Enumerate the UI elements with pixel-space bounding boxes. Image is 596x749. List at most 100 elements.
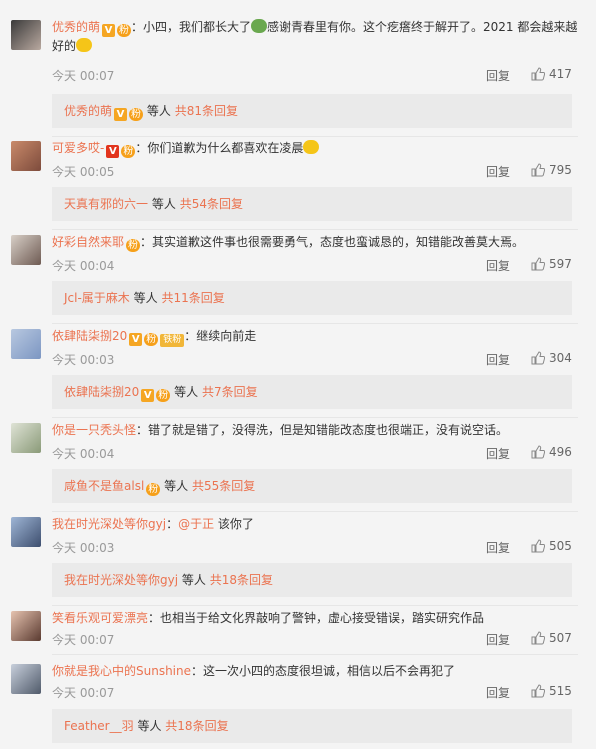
like-count: 505 (549, 539, 572, 553)
reply-button[interactable]: 回复 (486, 631, 510, 648)
reply-username[interactable]: 优秀的萌 (64, 104, 112, 118)
like-count: 597 (549, 257, 572, 271)
medal-badge-icon: 粉 (129, 108, 144, 121)
divider (52, 511, 578, 512)
comment-text: ：错了就是错了，没得洗，但是知错能改态度也很端正，没有说空话。 (136, 423, 509, 437)
like-button[interactable]: 417 (531, 67, 572, 81)
reply-button[interactable]: 回复 (486, 684, 510, 701)
divider (52, 136, 578, 137)
divider (52, 417, 578, 418)
reply-count[interactable]: 共81条回复 (175, 104, 238, 118)
username-link[interactable]: 你就是我心中的Sunshine (52, 664, 191, 678)
comment-body: 你是一只秃头怪：错了就是错了，没得洗，但是知错能改态度也很端正，没有说空话。 (52, 421, 578, 440)
avatar[interactable] (11, 517, 41, 547)
reply-summary[interactable]: 我在时光深处等你gyj 等人 共18条回复 (52, 563, 572, 597)
reply-username[interactable]: 我在时光深处等你gyj (64, 573, 178, 587)
timestamp: 今天 00:05 (52, 165, 115, 179)
reply-username[interactable]: Jcl-属于麻木 (64, 291, 130, 305)
thumbs-up-icon (531, 539, 546, 553)
reply-mid: 等人 (137, 719, 162, 733)
reply-username[interactable]: 依肆陆柒捌20 (64, 385, 139, 399)
comment-text-continued: 该你了 (214, 517, 254, 531)
reply-summary[interactable]: 依肆陆柒捌20 V 粉 等人 共7条回复 (52, 375, 572, 409)
comment-body: 你就是我心中的Sunshine：这一次小四的态度很坦诚，相信以后不会再犯了 (52, 662, 578, 681)
reply-username[interactable]: 咸鱼不是鱼alsl (64, 479, 144, 493)
verified-badge-icon: V (141, 389, 155, 402)
mention-link[interactable]: @于正 (178, 517, 214, 531)
username-link[interactable]: 笑看乐观可爱漂亮 (52, 611, 148, 625)
like-count: 515 (549, 684, 572, 698)
reply-count[interactable]: 共18条回复 (165, 719, 228, 733)
avatar[interactable] (11, 611, 41, 641)
comment-text: ：小四，我们都长大了 (131, 20, 252, 34)
glasses-emoji-icon (303, 140, 320, 154)
like-button[interactable]: 515 (531, 684, 572, 698)
medal-badge-icon: 粉 (121, 145, 136, 158)
username-link[interactable]: 可爱多哎- (52, 141, 104, 155)
reply-summary[interactable]: Jcl-属于麻木 等人 共11条回复 (52, 281, 572, 315)
comment-text: ：这一次小四的态度很坦诚，相信以后不会再犯了 (191, 664, 456, 678)
username-link[interactable]: 依肆陆柒捌20 (52, 329, 127, 343)
reply-summary[interactable]: 咸鱼不是鱼alsl 粉 等人 共55条回复 (52, 469, 572, 503)
like-button[interactable]: 597 (531, 257, 572, 271)
like-button[interactable]: 496 (531, 445, 572, 459)
reply-summary[interactable]: 天真有邪的六一 等人 共54条回复 (52, 187, 572, 221)
avatar[interactable] (11, 141, 41, 171)
divider (52, 605, 578, 606)
verified-badge-icon: V (114, 108, 128, 121)
username-link[interactable]: 好彩自然来耶 (52, 235, 124, 249)
reply-button[interactable]: 回复 (486, 163, 510, 180)
reply-count[interactable]: 共54条回复 (180, 197, 243, 211)
face-emoji-icon (76, 38, 93, 52)
reply-button[interactable]: 回复 (486, 257, 510, 274)
leaf-emoji-icon (251, 19, 268, 33)
avatar[interactable] (11, 235, 41, 265)
thumbs-up-icon (531, 684, 546, 698)
username-link[interactable]: 你是一只秃头怪 (52, 423, 136, 437)
verified-badge-icon: V (129, 333, 143, 346)
like-button[interactable]: 505 (531, 539, 572, 553)
verified-badge-icon: V (106, 145, 120, 158)
reply-username[interactable]: Feather__羽 (64, 719, 134, 733)
reply-username[interactable]: 天真有邪的六一 (64, 197, 148, 211)
reply-button[interactable]: 回复 (486, 445, 510, 462)
timestamp: 今天 00:04 (52, 259, 115, 273)
avatar[interactable] (11, 664, 41, 694)
comment-text: ：你们道歉为什么都喜欢在凌晨 (135, 141, 304, 155)
username-link[interactable]: 优秀的萌 (52, 20, 100, 34)
like-count: 496 (549, 445, 572, 459)
thumbs-up-icon (531, 67, 546, 81)
comment-list: 优秀的萌 V 粉：小四，我们都长大了 感谢青春里有你。这个疙瘩终于解开了。2021 都… (0, 0, 596, 749)
like-count: 507 (549, 631, 572, 645)
like-button[interactable]: 507 (531, 631, 572, 645)
reply-mid: 等人 (133, 291, 158, 305)
reply-mid: 等人 (174, 385, 199, 399)
timestamp: 今天 00:07 (52, 633, 115, 647)
medal-badge-icon: 粉 (146, 483, 161, 496)
reply-count[interactable]: 共55条回复 (192, 479, 255, 493)
medal-badge-icon: 粉 (144, 333, 159, 346)
reply-summary[interactable]: 优秀的萌 V 粉 等人 共81条回复 (52, 94, 572, 128)
reply-button[interactable]: 回复 (486, 351, 510, 368)
comment-body: 我在时光深处等你gyj：@于正 该你了 (52, 515, 578, 534)
like-button[interactable]: 795 (531, 163, 572, 177)
thumbs-up-icon (531, 445, 546, 459)
medal-badge-icon: 粉 (156, 389, 171, 402)
reply-button[interactable]: 回复 (486, 539, 510, 556)
avatar[interactable] (11, 329, 41, 359)
reply-summary[interactable]: Feather__羽 等人 共18条回复 (52, 709, 572, 743)
reply-count[interactable]: 共18条回复 (210, 573, 273, 587)
reply-count[interactable]: 共11条回复 (161, 291, 224, 305)
comment-text: ：也相当于给文化界敲响了警钟，虚心接受错误，踏实研究作品 (148, 611, 485, 625)
divider (52, 229, 578, 230)
like-count: 417 (549, 67, 572, 81)
avatar[interactable] (11, 423, 41, 453)
comment-text: ： (166, 517, 179, 531)
reply-count[interactable]: 共7条回复 (202, 385, 258, 399)
divider (52, 323, 578, 324)
reply-button[interactable]: 回复 (486, 67, 510, 84)
username-link[interactable]: 我在时光深处等你gyj (52, 517, 166, 531)
avatar[interactable] (11, 20, 41, 50)
verified-badge-icon: V (102, 24, 116, 37)
like-button[interactable]: 304 (531, 351, 572, 365)
